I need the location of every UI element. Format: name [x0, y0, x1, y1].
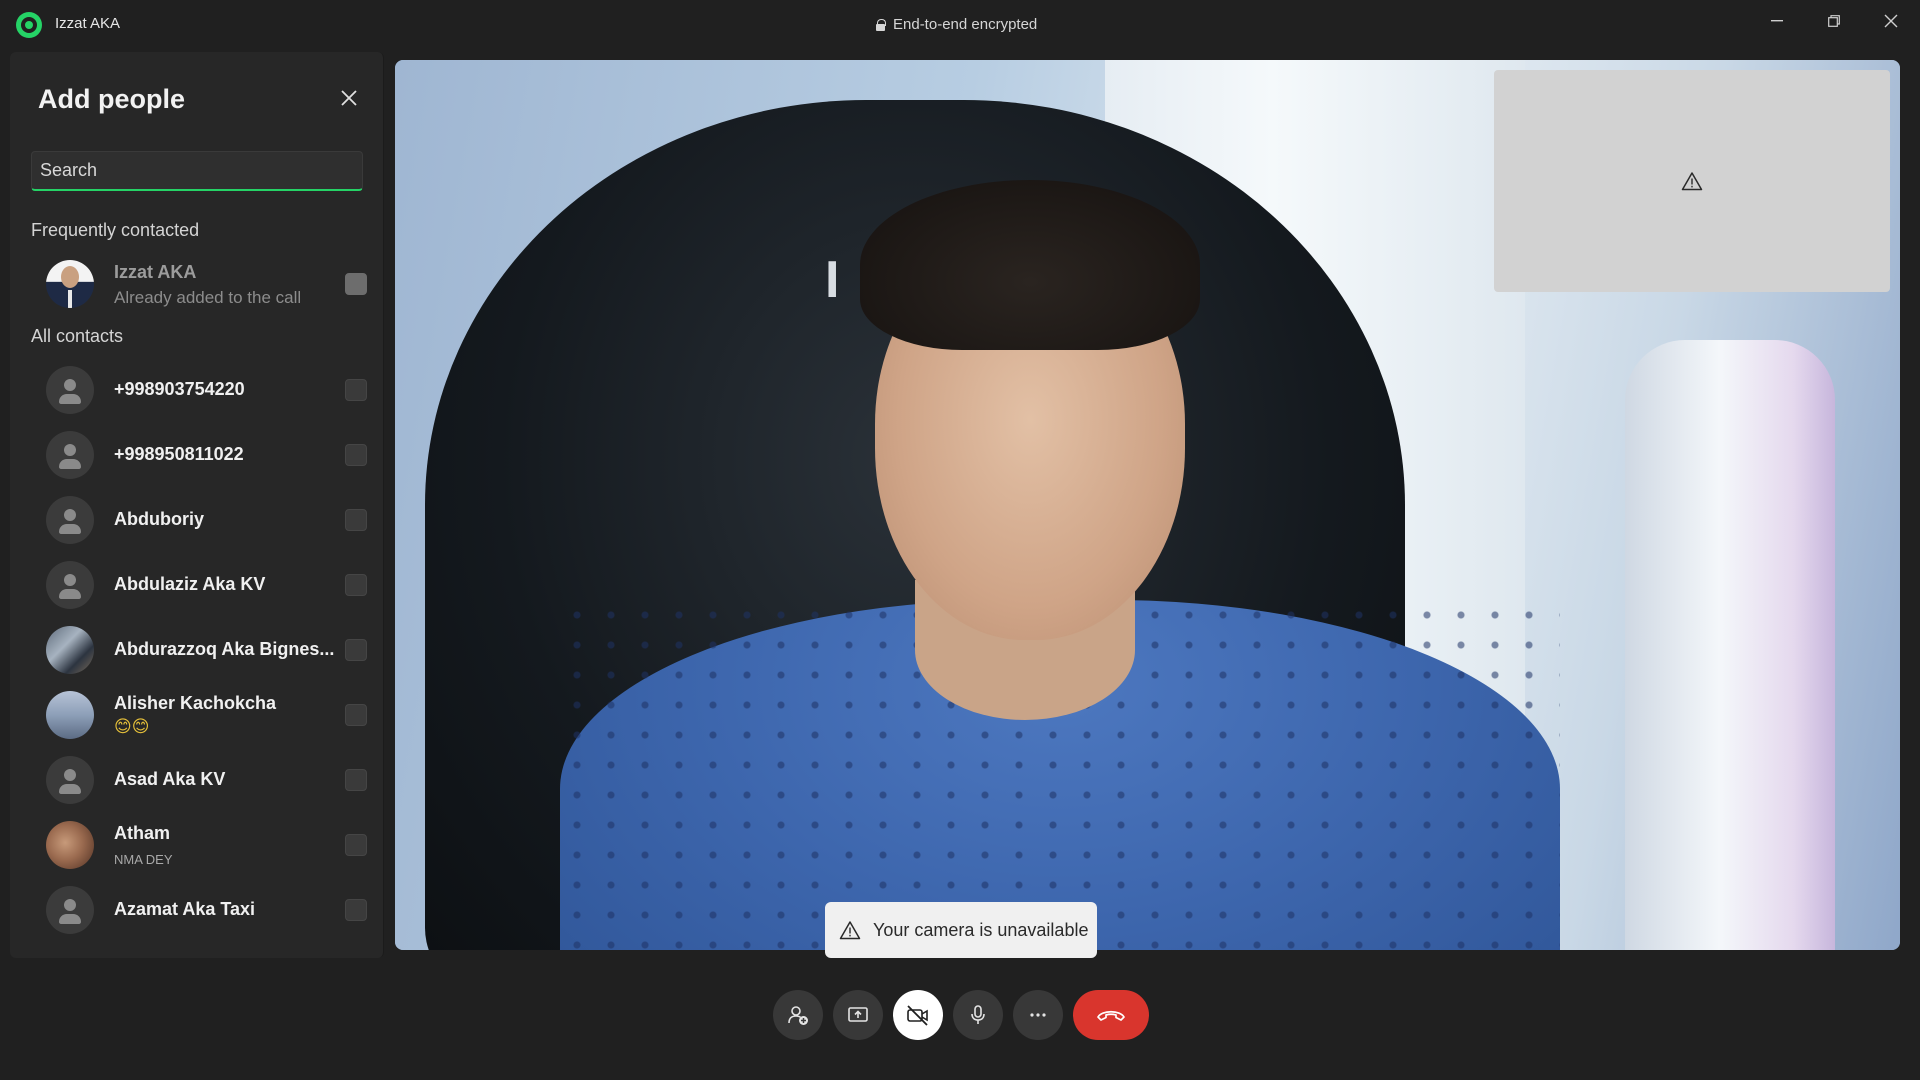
all-contacts-label: All contacts: [31, 326, 124, 346]
camera-off-icon: [907, 1005, 928, 1026]
contact-checkbox[interactable]: [345, 379, 367, 401]
contact-row[interactable]: Atham NMA DEY: [30, 813, 370, 877]
restore-button[interactable]: [1811, 0, 1857, 42]
title-bar: Izzat AKA End-to-end encrypted: [0, 0, 1920, 50]
contact-checkbox[interactable]: [345, 769, 367, 791]
minimize-button[interactable]: [1754, 0, 1800, 42]
contact-name: Abdulaziz Aka KV: [114, 574, 266, 594]
contact-row[interactable]: Abdulaziz Aka KV: [30, 553, 370, 617]
call-controls: [0, 990, 1920, 1050]
camera-unavailable-toast: Your camera is unavailable: [825, 902, 1097, 958]
window-title: Izzat AKA: [55, 15, 121, 32]
close-panel-button[interactable]: [338, 88, 360, 110]
minimize-icon: [1771, 20, 1783, 22]
contact-subtitle: 😊😊: [114, 717, 150, 736]
share-screen-icon: [848, 1007, 868, 1022]
default-avatar-icon: [46, 886, 94, 934]
contact-checkbox[interactable]: [345, 834, 367, 856]
contact-row[interactable]: Abdurazzoq Aka Bignes...: [30, 618, 370, 682]
restore-icon: [1828, 15, 1840, 27]
default-avatar-icon: [46, 561, 94, 609]
contact-checkbox[interactable]: [345, 899, 367, 921]
contact-checkbox: [345, 273, 367, 295]
whatsapp-logo-icon: [16, 12, 42, 38]
microphone-button[interactable]: [953, 990, 1003, 1040]
contact-name: Izzat AKA: [114, 262, 197, 282]
avatar: [46, 691, 94, 739]
contact-checkbox[interactable]: [345, 704, 367, 726]
contact-name: Alisher Kachokcha: [114, 693, 277, 713]
share-screen-button[interactable]: [833, 990, 883, 1040]
contact-row[interactable]: Asad Aka KV: [30, 748, 370, 812]
contact-checkbox[interactable]: [345, 639, 367, 661]
contact-checkbox[interactable]: [345, 444, 367, 466]
frequently-contacted-label: Frequently contacted: [31, 220, 200, 240]
contact-row[interactable]: Abduboriy: [30, 488, 370, 552]
contact-row[interactable]: +998950811022: [30, 423, 370, 487]
contact-row[interactable]: Alisher Kachokcha 😊😊: [30, 683, 370, 747]
contact-name: Azamat Aka Taxi: [114, 899, 256, 919]
contact-checkbox[interactable]: [345, 574, 367, 596]
contact-subtitle: NMA DEY: [114, 852, 173, 867]
contact-checkbox[interactable]: [345, 509, 367, 531]
close-icon: [341, 90, 357, 106]
avatar: [46, 260, 94, 308]
lock-icon: [876, 19, 886, 31]
more-icon: [1030, 1013, 1046, 1017]
end-call-icon: [1097, 1010, 1125, 1021]
add-people-panel: Add people Frequently contacted Izzat AK…: [10, 52, 384, 958]
encryption-label: End-to-end encrypted: [893, 16, 1038, 33]
search-input[interactable]: [31, 151, 363, 191]
contact-name: +998903754220: [114, 379, 245, 399]
contact-name: Asad Aka KV: [114, 769, 226, 789]
close-icon: [1884, 14, 1898, 28]
microphone-prop: [1625, 340, 1835, 950]
default-avatar-icon: [46, 366, 94, 414]
contact-row[interactable]: +998903754220: [30, 358, 370, 422]
contact-subtitle: Already added to the call: [114, 288, 302, 307]
close-window-button[interactable]: [1868, 0, 1914, 42]
toast-text: Your camera is unavailable: [873, 919, 1089, 940]
warning-icon: [1681, 171, 1703, 191]
warning-icon: [839, 920, 861, 940]
contact-name: Abdurazzoq Aka Bignes...: [114, 639, 335, 659]
contact-name: +998950811022: [114, 444, 244, 464]
default-avatar-icon: [46, 431, 94, 479]
default-avatar-icon: [46, 496, 94, 544]
avatar: [46, 626, 94, 674]
camera-toggle-button[interactable]: [893, 990, 943, 1040]
more-options-button[interactable]: [1013, 990, 1063, 1040]
default-avatar-icon: [46, 756, 94, 804]
encryption-status: End-to-end encrypted: [876, 16, 1037, 33]
contact-row[interactable]: Azamat Aka Taxi: [30, 878, 370, 942]
contact-row[interactable]: Izzat AKA Already added to the call: [30, 252, 370, 316]
contact-name: Atham: [114, 823, 171, 843]
microphone-icon: [971, 1005, 985, 1024]
avatar: [46, 821, 94, 869]
end-call-button[interactable]: [1073, 990, 1149, 1040]
self-view-tile[interactable]: [1494, 70, 1890, 292]
contact-name: Abduboriy: [114, 509, 204, 529]
remote-video: I M: [395, 60, 1900, 950]
panel-title: Add people: [38, 84, 185, 114]
add-participant-button[interactable]: [773, 990, 823, 1040]
add-person-icon: [788, 1006, 808, 1025]
